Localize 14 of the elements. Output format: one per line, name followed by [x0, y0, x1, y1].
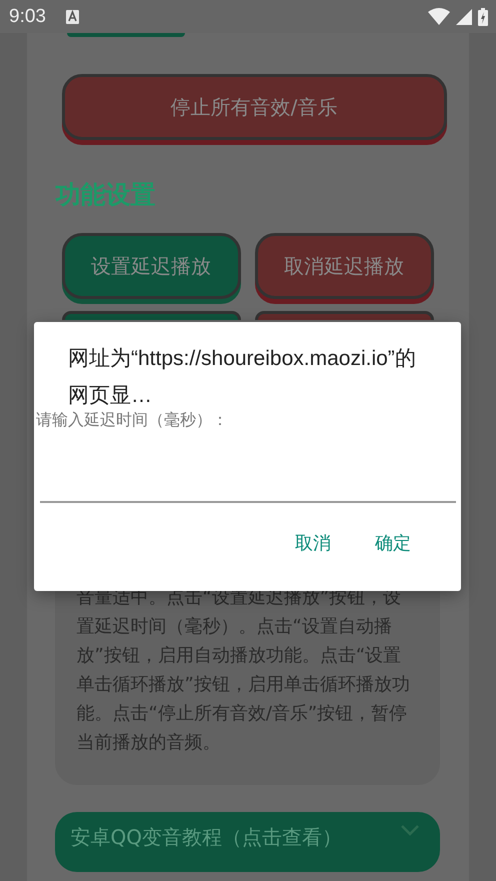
- section-title: 功能设置: [56, 179, 156, 211]
- signal-icon: [456, 8, 472, 24]
- battery-charging-icon: [478, 8, 488, 26]
- dialog-button[interactable]: 确定: [367, 525, 419, 561]
- keyboard-notification-icon: [66, 10, 79, 24]
- dialog-title: 网址为“https://shoureibox.maozi.io”的网页显…: [68, 346, 417, 409]
- function-button[interactable]: [254, 311, 434, 320]
- dialog-message: 请输入延迟时间（毫秒）：: [36, 410, 229, 431]
- function-button[interactable]: [62, 311, 240, 320]
- status-time: 9:03: [9, 6, 46, 28]
- dialog-button[interactable]: 取消: [287, 525, 339, 561]
- tutorial-collapsible[interactable]: 安卓QQ变音教程（点击查看）: [54, 812, 440, 872]
- wifi-icon: [428, 8, 450, 25]
- chevron-icon: [400, 824, 420, 836]
